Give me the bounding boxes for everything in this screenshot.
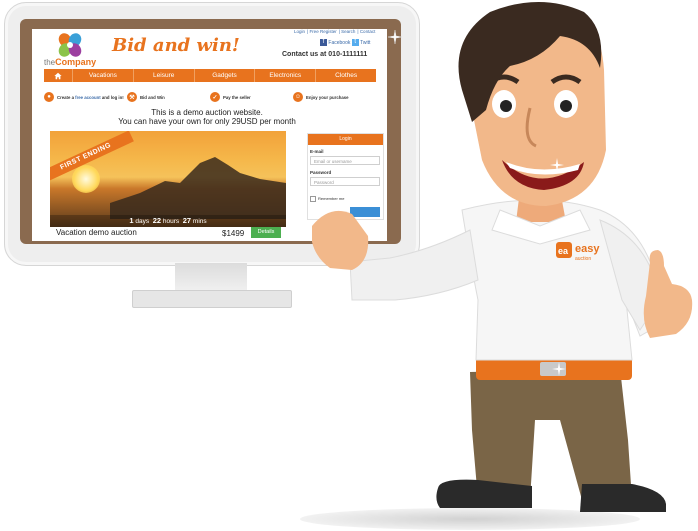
monitor-stand-neck [175,263,247,291]
step-text: Pay the seller [223,94,251,100]
logo-name: Company [55,57,97,67]
countdown-days-label: days [135,218,150,225]
company-logo-icon[interactable] [56,32,84,58]
mascot-trousers [470,368,632,500]
auction-title[interactable]: Vacation demo auction [56,228,137,237]
mascot-right-shoe [580,484,666,512]
countdown-hours: 22 [152,216,162,225]
step-pay-seller: ✓ Pay the seller [210,89,293,105]
step-create-account: ● Create a free account and log in! [44,89,127,105]
sparkle-icon [388,30,402,44]
step-text: Bid and Win [140,94,165,100]
step-text: Create a [57,94,76,100]
mascot-left-hand [312,210,369,270]
auction-price: $1499 [222,229,245,238]
home-icon [54,72,62,79]
step-text: and log in! [100,94,124,100]
mountain-silhouette [110,157,286,219]
countdown-mins: 27 [182,216,192,225]
countdown-mins-label: mins [192,218,207,225]
logo-prefix: the [44,58,56,67]
nav-item-vacations[interactable]: Vacations [73,69,134,82]
gavel-icon: ⚒ [127,92,137,102]
sun-graphic [72,165,100,193]
shirt-logo-mark: ea [558,246,569,256]
mascot-left-pupil [500,100,512,112]
shirt-logo-line2: auction [575,256,591,262]
free-account-link[interactable]: free account [75,95,101,100]
step-bid-and-win: ⚒ Bid and Win [127,89,210,105]
auction-countdown: 1 days 22 hours 27 mins [50,215,286,227]
nav-item-leisure[interactable]: Leisure [134,69,195,82]
mascot-right-pupil [560,100,572,112]
nav-item-gadgets[interactable]: Gadgets [195,69,256,82]
featured-auction-image[interactable]: FIRST ENDING 1 days 22 hours 27 mins [50,131,286,227]
countdown-hours-label: hours [162,218,180,225]
user-icon: ● [44,92,54,102]
company-logo-text[interactable]: theCompany [44,57,96,67]
mascot-thumbs-up-hand [643,250,693,338]
mascot-character: ea easy auction [312,2,693,512]
site-tagline: Bid and win! [112,35,240,56]
details-button[interactable]: Details [251,227,281,238]
pay-icon: ✓ [210,92,220,102]
shirt-logo-line1: easy [575,243,600,255]
nav-home[interactable] [44,69,73,82]
countdown-days: 1 [129,216,134,225]
sparkle-icon [552,362,566,376]
sparkle-icon [550,158,564,172]
mascot-left-sleeve [349,229,479,301]
monitor-stand-base [132,290,292,308]
